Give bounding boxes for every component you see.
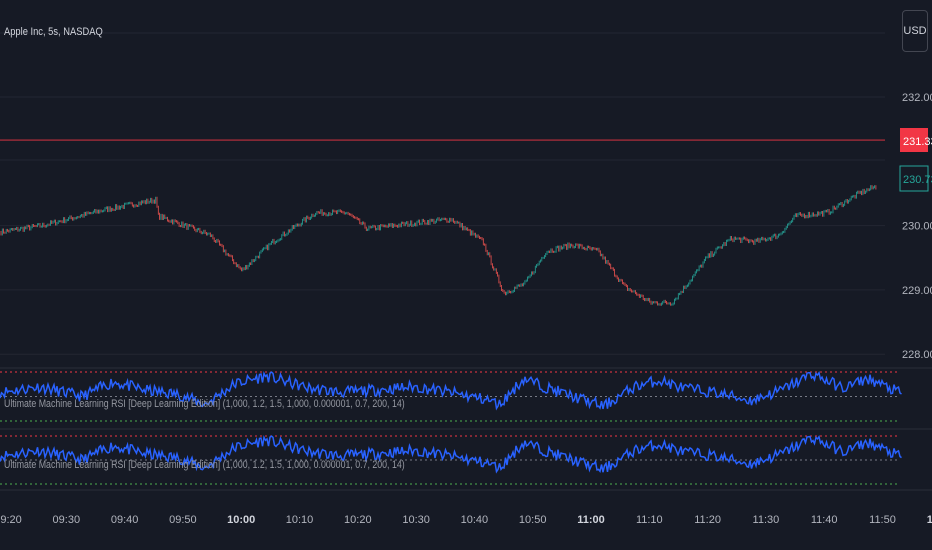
currency-button[interactable]: USD: [902, 10, 928, 52]
x-tick-label: 11:30: [753, 514, 780, 526]
x-tick-label: 09:20: [0, 514, 22, 526]
last-price-label: 230.73: [903, 174, 932, 186]
x-tick-label: 09:40: [111, 514, 139, 526]
y-tick-label: 232.00: [902, 92, 932, 104]
x-tick-label: 10:40: [461, 514, 489, 526]
x-tick-label: 11:50: [869, 514, 896, 526]
symbol-title: Apple Inc, 5s, NASDAQ: [4, 26, 103, 38]
x-tick-label: 11:10: [636, 514, 663, 526]
x-tick-label: 09:30: [53, 514, 81, 526]
x-tick-label: 10:00: [227, 514, 255, 526]
x-tick-label: 12:00: [927, 514, 932, 526]
indicator-legend-2[interactable]: Ultimate Machine Learning RSI [Deep Lear…: [4, 459, 405, 471]
x-tick-label: 11:40: [811, 514, 838, 526]
x-tick-label: 11:20: [694, 514, 721, 526]
indicator-legend-1[interactable]: Ultimate Machine Learning RSI [Deep Lear…: [4, 398, 405, 410]
y-tick-label: 229.00: [902, 285, 932, 297]
x-tick-label: 10:10: [286, 514, 314, 526]
x-tick-label: 10:50: [519, 514, 547, 526]
x-tick-label: 10:30: [402, 514, 430, 526]
y-tick-label: 230.00: [902, 221, 932, 233]
x-tick-label: 09:50: [169, 514, 197, 526]
x-tick-label: 10:20: [344, 514, 372, 526]
x-tick-label: 11:00: [577, 514, 605, 526]
y-tick-label: 228.00: [902, 349, 932, 361]
chart-window: 232.00 230.00 229.00 228.00 231.33 230.73 09:2…: [0, 0, 932, 550]
marked-price-label: 231.33: [903, 136, 932, 148]
